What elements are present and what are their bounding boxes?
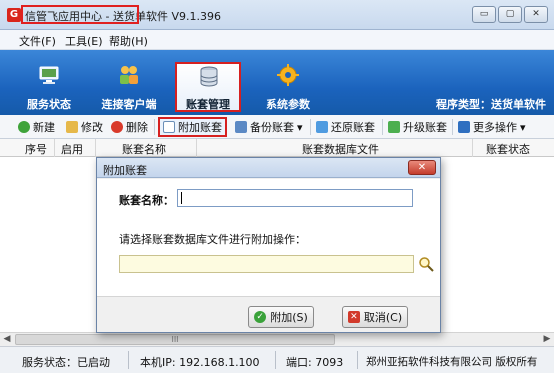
upgrade-account-button[interactable]: 升级账套 (388, 118, 447, 136)
upgrade-label: 升级账套 (403, 121, 447, 134)
new-label: 新建 (33, 121, 55, 134)
dialog-body: 账套名称： 请选择账套数据库文件进行附加操作： (97, 179, 440, 296)
minimize-button[interactable]: ▭ (472, 6, 496, 23)
upgrade-icon (388, 121, 400, 133)
ribbon-label: 连接客户端 (101, 98, 157, 111)
menu-tools[interactable]: 工具(E) (65, 33, 103, 49)
attach-label: 附加账套 (178, 121, 222, 134)
ribbon: 服务状态 连接客户端 账套管理 系统参数 程序类型：送货单软件 (0, 50, 554, 115)
attach-account-dialog: 附加账套 ✕ 账套名称： 请选择账套数据库文件进行附加操作： ✓ 附加(S) ✕… (96, 157, 441, 333)
account-name-label: 账套名称： (119, 194, 174, 207)
scroll-right-icon[interactable]: ▶ (540, 333, 554, 346)
cancel-button[interactable]: ✕ 取消(C) (342, 306, 408, 328)
column-separator (54, 139, 55, 157)
database-icon (200, 66, 218, 87)
grid-header: 序号 启用 账套名称 账套数据库文件 账套状态 (0, 139, 554, 157)
title-highlight-box (21, 5, 139, 24)
ribbon-label: 服务状态 (27, 98, 71, 111)
ribbon-account-management[interactable]: 账套管理 (175, 62, 241, 112)
dialog-title-bar: 附加账套 ✕ (97, 158, 440, 178)
copyright: 郑州亚拓软件科技有限公司 版权所有 (366, 356, 538, 368)
column-index[interactable]: 序号 (25, 141, 47, 157)
backup-label: 备份账套 (250, 121, 294, 134)
column-separator (472, 139, 473, 157)
menu-bar: 文件(F) 工具(E) 帮助(H) (0, 30, 554, 50)
cancel-label: 取消(C) (363, 311, 403, 324)
dialog-close-button[interactable]: ✕ (408, 160, 436, 175)
cancel-icon: ✕ (347, 311, 360, 323)
close-button[interactable]: ✕ (524, 6, 548, 23)
app-logo-icon: G (7, 8, 21, 22)
ribbon-system-params[interactable]: 系统参数 (253, 54, 323, 112)
toolbar-separator (310, 119, 311, 135)
status-separator (275, 351, 276, 369)
more-icon (458, 121, 470, 133)
check-icon: ✓ (254, 311, 267, 323)
monitor-icon (39, 66, 59, 84)
port: 端口: 7093 (286, 356, 344, 369)
choose-file-label: 请选择账套数据库文件进行附加操作： (119, 233, 306, 246)
toolbar-separator (452, 119, 453, 135)
toolbar-separator (382, 119, 383, 135)
gear-icon (277, 64, 299, 86)
column-account-name[interactable]: 账套名称 (122, 141, 166, 157)
restore-label: 还原账套 (331, 121, 375, 134)
service-status: 服务状态：已启动 (22, 356, 110, 369)
menu-file[interactable]: 文件(F) (19, 33, 56, 49)
attach-account-button[interactable]: 附加账套 (158, 117, 227, 137)
ribbon-connected-clients[interactable]: 连接客户端 (94, 54, 164, 112)
maximize-button[interactable]: ▢ (498, 6, 522, 23)
users-icon (120, 66, 138, 84)
edit-icon (66, 121, 78, 133)
confirm-label: 附加(S) (270, 311, 308, 324)
more-actions-button[interactable]: 更多操作 ▾ (458, 118, 526, 136)
local-ip: 本机IP: 192.168.1.100 (140, 356, 260, 369)
menu-help[interactable]: 帮助(H) (109, 33, 148, 49)
column-separator (95, 139, 96, 157)
browse-search-icon[interactable] (418, 256, 434, 272)
new-button[interactable]: 新建 (18, 118, 55, 136)
program-type-label: 程序类型：送货单软件 (436, 98, 546, 111)
dialog-footer: ✓ 附加(S) ✕ 取消(C) (97, 296, 440, 332)
backup-icon (235, 121, 247, 133)
ribbon-service-status[interactable]: 服务状态 (14, 54, 84, 112)
edit-label: 修改 (81, 121, 103, 134)
column-enabled[interactable]: 启用 (61, 141, 83, 157)
title-bar: G 信管飞应用中心 - 送货单软件 V9.1.396 ▭ ▢ ✕ (0, 0, 554, 30)
ribbon-label: 系统参数 (266, 98, 310, 111)
ribbon-label: 账套管理 (186, 98, 230, 111)
text-caret (181, 192, 182, 204)
column-status[interactable]: 账套状态 (486, 141, 530, 157)
status-separator (357, 351, 358, 369)
delete-label: 删除 (126, 121, 148, 134)
column-db-file[interactable]: 账套数据库文件 (302, 141, 379, 157)
scroll-thumb[interactable]: III (15, 334, 335, 345)
account-name-input[interactable] (177, 189, 413, 207)
window-controls: ▭ ▢ ✕ (472, 6, 548, 23)
db-file-input[interactable] (119, 255, 414, 273)
scroll-left-icon[interactable]: ◀ (0, 333, 14, 346)
status-bar: 服务状态：已启动 本机IP: 192.168.1.100 端口: 7093 郑州… (0, 346, 554, 373)
restore-icon (316, 121, 328, 133)
delete-icon (111, 121, 123, 133)
horizontal-scrollbar[interactable]: ◀ III ▶ (0, 332, 554, 346)
chevron-down-icon: ▾ (520, 120, 526, 134)
backup-account-button[interactable]: 备份账套 ▾ (235, 118, 303, 136)
delete-button[interactable]: 删除 (111, 118, 148, 136)
toolbar: 新建 修改 删除 附加账套 备份账套 ▾ 还原账套 升级账套 更多操作 ▾ (0, 115, 554, 139)
add-icon (18, 121, 30, 133)
attach-file-icon (163, 121, 175, 133)
chevron-down-icon: ▾ (297, 120, 303, 134)
dialog-title: 附加账套 (103, 164, 147, 177)
more-label: 更多操作 (473, 121, 517, 134)
restore-account-button[interactable]: 还原账套 (316, 118, 375, 136)
column-separator (196, 139, 197, 157)
attach-confirm-button[interactable]: ✓ 附加(S) (248, 306, 314, 328)
status-separator (128, 351, 129, 369)
toolbar-separator (154, 119, 155, 135)
edit-button[interactable]: 修改 (66, 118, 103, 136)
